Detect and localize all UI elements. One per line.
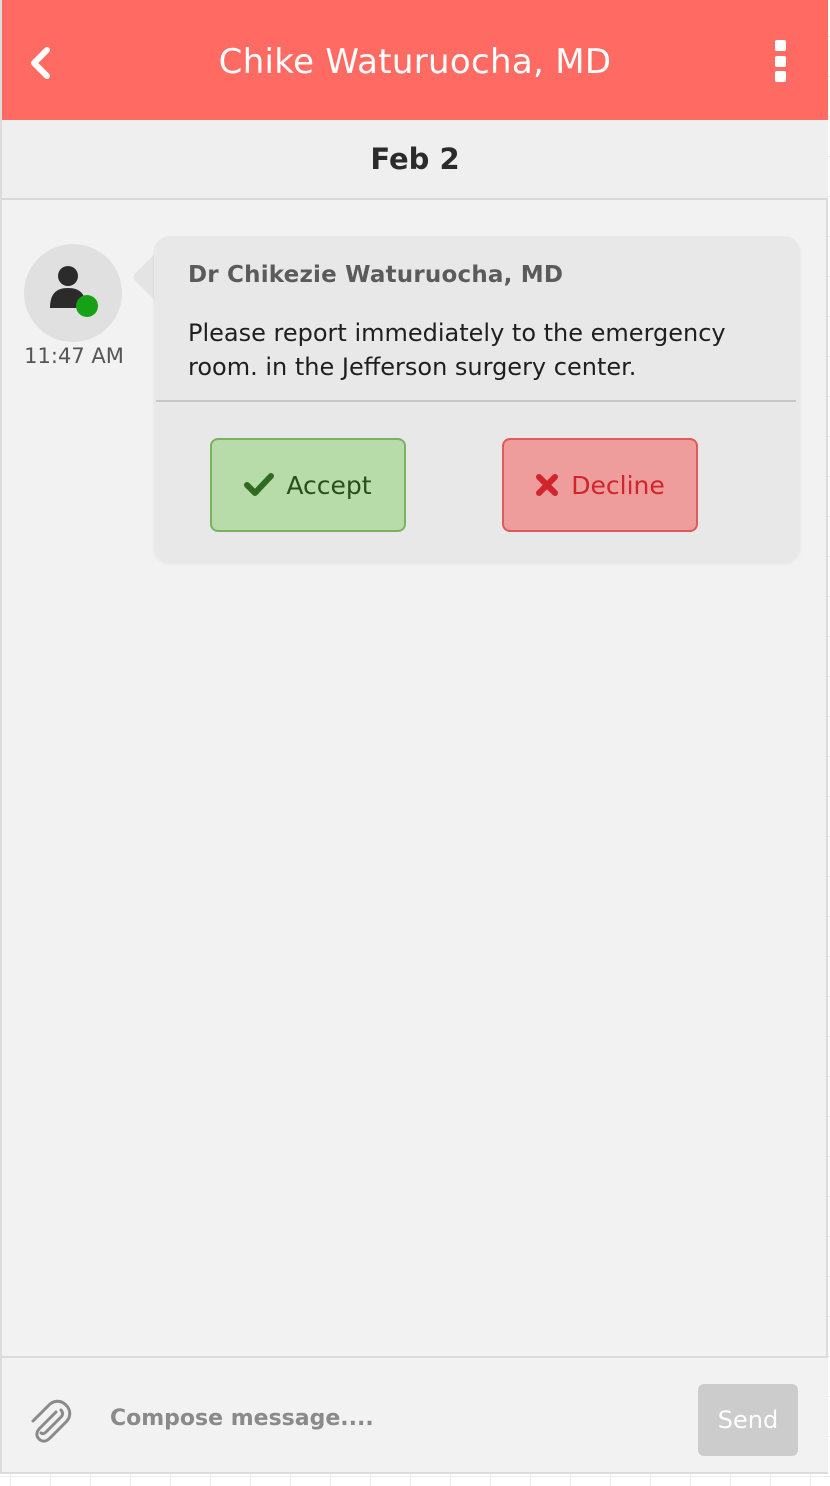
message-composer: Send [2,1356,828,1472]
compose-input[interactable] [98,1388,678,1448]
check-icon [244,472,275,498]
message-time: 11:47 AM [24,344,124,368]
decline-button[interactable]: Decline [502,438,698,532]
x-icon [535,473,559,497]
chat-screen: Chike Waturuocha, MD Feb 2 11:47 AM Dr C… [0,0,828,1474]
sender-name: Dr Chikezie Waturuocha, MD [188,262,564,288]
accept-button[interactable]: Accept [210,438,406,532]
attach-button[interactable] [26,1398,72,1444]
paperclip-icon [31,1399,72,1443]
back-button[interactable] [20,40,60,86]
more-options-button[interactable] [762,38,798,84]
chat-header: Chike Waturuocha, MD [2,0,828,120]
page: Chike Waturuocha, MD Feb 2 11:47 AM Dr C… [0,0,830,1486]
message-text: Please report immediately to the emergen… [188,319,726,381]
date-divider: Feb 2 [2,120,828,200]
contact-name: Chike Waturuocha, MD [218,42,612,82]
chevron-left-icon [31,47,50,79]
message-bubble: Dr Chikezie Waturuocha, MD Please report… [154,236,800,562]
accept-label: Accept [286,470,372,500]
online-status-dot [76,295,98,317]
avatar[interactable] [24,244,122,342]
send-button[interactable]: Send [698,1384,798,1456]
bubble-divider [156,400,796,402]
decline-label: Decline [571,470,665,500]
more-vertical-icon [774,40,786,51]
